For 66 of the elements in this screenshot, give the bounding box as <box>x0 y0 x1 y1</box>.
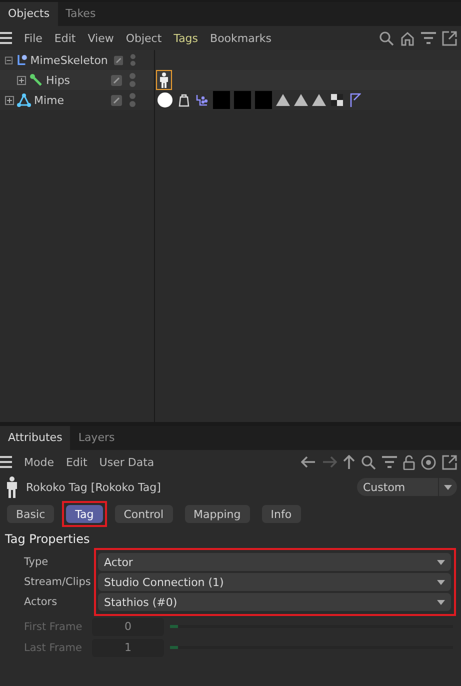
object-name[interactable]: Mime <box>34 94 64 106</box>
caret-icon <box>437 560 445 564</box>
menu-item[interactable]: File <box>24 32 42 44</box>
menu-item[interactable]: User Data <box>99 456 154 468</box>
visibility-dots-icon[interactable] <box>130 52 136 68</box>
field-label: First Frame <box>23 620 84 634</box>
object-name[interactable]: MimeSkeleton <box>30 54 108 66</box>
menu-item[interactable]: Mode <box>24 456 54 468</box>
joint-icon <box>29 73 43 87</box>
dropdown-field[interactable]: Studio Connection (1) <box>98 573 451 591</box>
section-tab[interactable]: Info <box>262 505 301 523</box>
field-label: Type <box>23 555 50 570</box>
target-icon[interactable] <box>421 454 436 470</box>
skeleton-icon <box>16 53 28 67</box>
section-tab[interactable]: Control <box>114 505 173 523</box>
caret-icon <box>437 600 445 604</box>
edit-toggle-icon[interactable] <box>114 54 124 66</box>
mode-dropdown[interactable]: Custom <box>357 478 457 496</box>
checker-tag-icon[interactable] <box>330 91 344 109</box>
field-label: Actors <box>23 595 58 610</box>
expand-toggle-icon[interactable] <box>5 96 14 104</box>
expand-toggle-icon[interactable] <box>5 56 13 64</box>
expand-icon[interactable] <box>442 454 457 470</box>
panel-tab[interactable]: Layers <box>70 426 123 450</box>
menu-icon[interactable] <box>0 32 12 44</box>
caret-icon <box>437 580 445 584</box>
section-tab[interactable]: Mapping <box>184 505 250 523</box>
menu-icon[interactable] <box>0 456 12 468</box>
edit-toggle-icon[interactable] <box>111 94 122 106</box>
section-tab[interactable]: Tag <box>66 505 103 523</box>
lock-icon[interactable] <box>403 454 415 470</box>
filter-icon[interactable] <box>382 456 397 468</box>
object-title: Rokoko Tag [Rokoko Tag] <box>26 480 161 494</box>
visibility-dots-icon[interactable] <box>129 92 136 108</box>
figure-icon <box>6 476 18 498</box>
up-arrow-icon[interactable] <box>343 454 355 470</box>
object-name[interactable]: Hips <box>46 74 70 86</box>
filter-icon[interactable] <box>421 32 436 44</box>
field-label: Stream/Clips <box>23 575 92 590</box>
visibility-dots-icon[interactable] <box>129 72 136 88</box>
figure-tag-icon[interactable] <box>157 71 171 89</box>
polygon-icon <box>17 93 31 107</box>
search-icon[interactable] <box>379 30 394 46</box>
panel-tab[interactable]: Objects <box>0 2 58 26</box>
group-title: Tag Properties <box>4 531 91 548</box>
menu-item[interactable]: Edit <box>66 456 88 468</box>
expand-icon[interactable] <box>442 30 457 46</box>
menu-item[interactable]: Object <box>126 32 162 44</box>
caret-icon <box>444 484 452 490</box>
search-icon[interactable] <box>361 454 376 470</box>
field-label: Last Frame <box>23 640 83 656</box>
panel-tab[interactable]: Takes <box>58 2 104 26</box>
menu-item[interactable]: View <box>88 32 114 44</box>
dropdown-field[interactable]: Stathios (#0) <box>98 593 451 611</box>
flag-tag-icon[interactable] <box>348 91 362 109</box>
menu-item[interactable]: Edit <box>54 32 76 44</box>
back-arrow-icon[interactable] <box>301 456 316 468</box>
dropdown-field[interactable]: Actor <box>98 553 451 571</box>
section-tab[interactable]: Basic <box>7 505 54 523</box>
menu-item[interactable]: Bookmarks <box>210 32 272 44</box>
menu-item[interactable]: Tags <box>174 32 198 44</box>
home-icon[interactable] <box>400 30 415 46</box>
edit-toggle-icon[interactable] <box>111 74 122 86</box>
face-tag-icon[interactable] <box>157 91 173 109</box>
expand-toggle-icon[interactable] <box>17 76 26 84</box>
panel-tab[interactable]: Attributes <box>0 426 70 450</box>
